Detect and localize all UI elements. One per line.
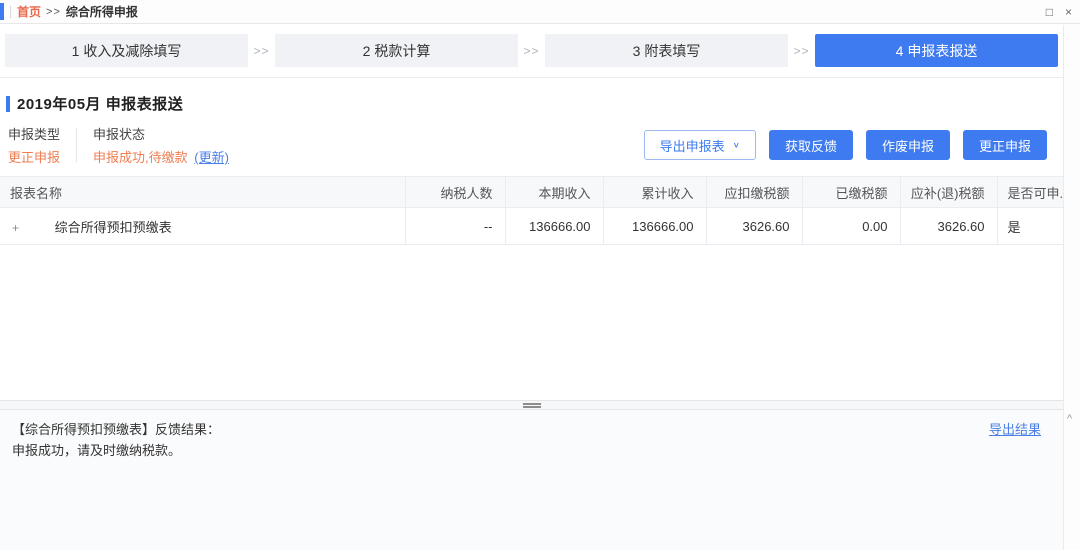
void-declaration-button[interactable]: 作废申报 (865, 130, 950, 160)
step-arrow-icon: >> (523, 43, 540, 58)
col-taxpayer-count: 纳税人数 (405, 176, 506, 208)
breadcrumb-separator: >> (46, 5, 61, 18)
step-2-tax-calc[interactable]: 2 税款计算 (275, 34, 518, 67)
export-declaration-label: 导出申报表 (659, 138, 725, 154)
declare-type-value: 更正申报 (8, 150, 61, 165)
declarable-cell: 是 (997, 207, 1063, 245)
feedback-title: 【综合所得预扣预缴表】反馈结果： (12, 422, 221, 437)
declare-state-label: 申报状态 (93, 127, 146, 142)
feedback-panel: 【综合所得预扣预缴表】反馈结果： 申报成功，请及时缴纳税款。 导出结果 (0, 410, 1063, 550)
col-payable-refund-tax: 应补(退)税额 (900, 176, 998, 208)
window-controls: □ × (1046, 0, 1072, 24)
export-result-link[interactable]: 导出结果 (989, 419, 1041, 438)
payable-refund-tax-cell: 3626.60 (900, 207, 998, 245)
close-icon[interactable]: × (1065, 6, 1072, 18)
section-title-row: 2019年05月 申报表报送 (6, 93, 1063, 114)
declare-type-block: 申报类型 更正申报 (8, 124, 60, 166)
step-arrow-icon: >> (253, 43, 270, 58)
declare-state-block: 申报状态 申报成功,待缴款 (更新) (93, 124, 229, 166)
breadcrumb-bar: 首页 >> 综合所得申报 □ × (0, 0, 1080, 24)
expand-row-icon[interactable]: + (12, 221, 19, 235)
table-row[interactable]: + 综合所得预扣预缴表 -- 136666.00 136666.00 3626.… (0, 207, 1063, 245)
report-name-cell: + 综合所得预扣预缴表 (0, 207, 406, 245)
action-toolbar: 导出申报表 ∨ 获取反馈 作废申报 更正申报 (643, 130, 1047, 160)
content-spacer (0, 245, 1063, 400)
refresh-status-link[interactable]: (更新) (194, 150, 229, 165)
title-accent-bar (6, 95, 10, 112)
declare-state-value: 申报成功,待缴款 (更新) (93, 147, 229, 166)
breadcrumb-divider-icon (10, 5, 11, 18)
export-declaration-button[interactable]: 导出申报表 ∨ (643, 130, 756, 160)
splitter-handle-icon[interactable] (522, 402, 541, 408)
collapse-panel-icon[interactable]: ^ (1067, 413, 1072, 425)
declare-type-label: 申报类型 (8, 127, 61, 142)
step-4-submit[interactable]: 4 申报表报送 (815, 34, 1058, 67)
correct-declaration-button[interactable]: 更正申报 (962, 130, 1047, 160)
step-arrow-icon: >> (793, 43, 810, 58)
status-toolbar-row: 申报类型 更正申报 申报状态 申报成功,待缴款 (更新) 导出申报表 ∨ 获取反… (0, 124, 1063, 166)
report-table: 报表名称 纳税人数 本期收入 累计收入 应扣缴税额 已缴税额 应补(退)税额 是… (0, 176, 1063, 245)
withholding-tax-cell: 3626.60 (706, 207, 803, 245)
breadcrumb-home[interactable]: 首页 (17, 3, 41, 20)
cumulative-income-cell: 136666.00 (603, 207, 707, 245)
main-content: 1 收入及减除填写 >> 2 税款计算 >> 3 附表填写 >> 4 申报表报送… (0, 25, 1063, 550)
get-feedback-button[interactable]: 获取反馈 (768, 130, 853, 160)
declare-state-text: 申报成功,待缴款 (93, 150, 188, 165)
col-withholding-tax: 应扣缴税额 (706, 176, 803, 208)
maximize-icon[interactable]: □ (1046, 6, 1053, 18)
col-report-name: 报表名称 (0, 176, 406, 208)
page-title: 2019年05月 申报表报送 (17, 96, 184, 113)
feedback-message: 申报成功，请及时缴纳税款。 (12, 443, 182, 458)
right-side-strip: ^ (1063, 25, 1080, 550)
chevron-down-icon: ∨ (732, 140, 740, 150)
breadcrumb-current: 综合所得申报 (65, 5, 138, 19)
table-header-row: 报表名称 纳税人数 本期收入 累计收入 应扣缴税额 已缴税额 应补(退)税额 是… (0, 176, 1063, 208)
step-wizard: 1 收入及减除填写 >> 2 税款计算 >> 3 附表填写 >> 4 申报表报送 (0, 25, 1063, 78)
edge-accent-marker (0, 3, 4, 20)
paid-tax-cell: 0.00 (802, 207, 901, 245)
panel-splitter[interactable] (0, 400, 1063, 410)
col-current-income: 本期收入 (505, 176, 604, 208)
status-divider (76, 128, 78, 162)
report-name: 综合所得预扣预缴表 (54, 219, 172, 235)
col-declarable: 是否可申... (997, 176, 1063, 208)
step-1-income[interactable]: 1 收入及减除填写 (5, 34, 248, 67)
col-paid-tax: 已缴税额 (802, 176, 901, 208)
step-3-attachments[interactable]: 3 附表填写 (545, 34, 788, 67)
taxpayer-count-cell: -- (405, 207, 506, 245)
col-cumulative-income: 累计收入 (603, 176, 707, 208)
current-income-cell: 136666.00 (505, 207, 604, 245)
